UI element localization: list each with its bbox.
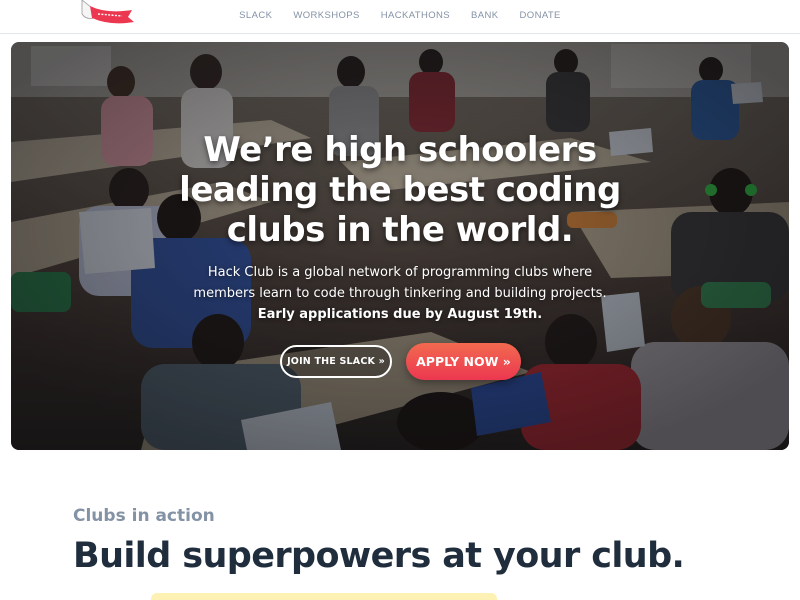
lead-line: members learn to code through tinkering … — [193, 286, 607, 301]
lead-line: Hack Club is a global network of program… — [207, 265, 593, 280]
hero-banner: We’re high schoolers leading the best co… — [11, 42, 789, 450]
highlight-mark — [151, 593, 497, 600]
section-body-peek — [73, 592, 503, 600]
headline-line: We’re high schoolers — [203, 130, 597, 170]
join-slack-button[interactable]: JOIN THE SLACK » — [280, 345, 392, 378]
hero-headline: We’re high schoolers leading the best co… — [11, 130, 789, 250]
top-nav: SLACK WORKSHOPS HACKATHONS BANK DONATE — [0, 0, 800, 34]
main-nav: SLACK WORKSHOPS HACKATHONS BANK DONATE — [0, 0, 800, 32]
nav-hackathons[interactable]: HACKATHONS — [370, 0, 460, 32]
nav-slack[interactable]: SLACK — [229, 0, 283, 32]
nav-donate[interactable]: DONATE — [509, 0, 571, 32]
headline-line: leading the best coding — [179, 170, 621, 210]
headline-line: clubs in the world. — [226, 210, 574, 250]
section-title: Build superpowers at your club. — [73, 536, 685, 576]
nav-workshops[interactable]: WORKSHOPS — [283, 0, 370, 32]
hero-lead: Hack Club is a global network of program… — [11, 262, 789, 325]
apply-now-button[interactable]: APPLY NOW » — [406, 343, 521, 380]
deadline-text: Early applications due by August 19th. — [257, 307, 543, 322]
section-kicker: Clubs in action — [73, 506, 215, 526]
nav-bank[interactable]: BANK — [461, 0, 509, 32]
